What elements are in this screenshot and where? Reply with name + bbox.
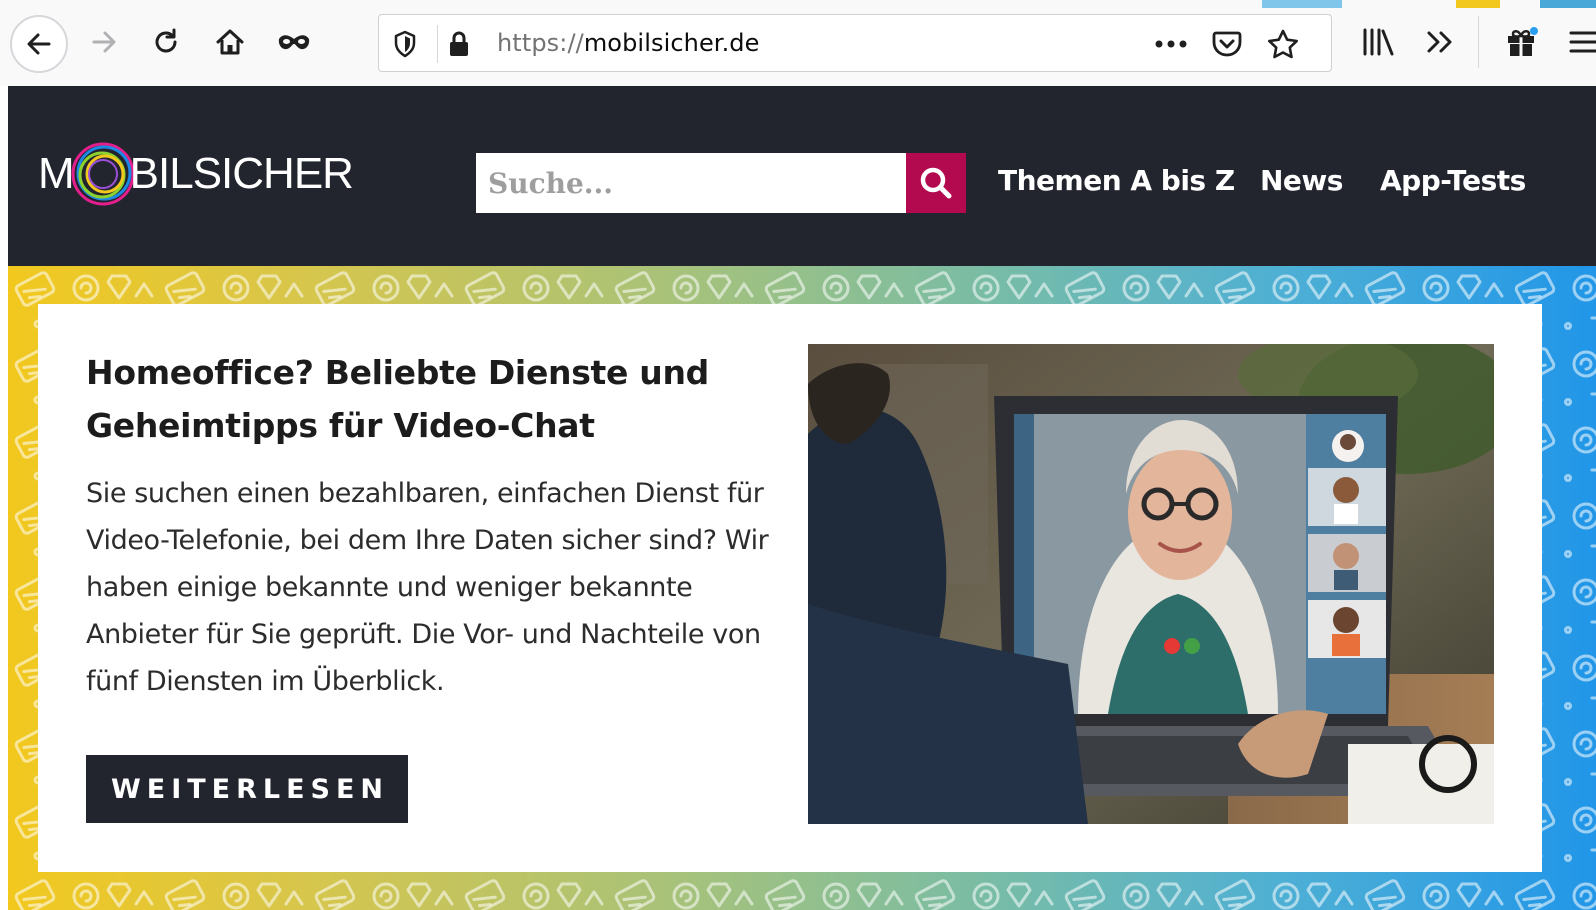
- search-button[interactable]: [906, 153, 966, 213]
- toolbar-decoration: [1456, 0, 1500, 8]
- private-browsing-button[interactable]: [270, 18, 318, 66]
- pocket-icon: [1212, 31, 1242, 57]
- url-bar[interactable]: https://mobilsicher.de: [378, 14, 1332, 72]
- search-form: [476, 153, 966, 213]
- pocket-button[interactable]: [1207, 24, 1247, 64]
- read-more-button[interactable]: WEITERLESEN: [86, 755, 408, 823]
- reload-icon: [155, 28, 177, 53]
- home-icon: [216, 29, 244, 55]
- video-call-photo: [808, 344, 1494, 824]
- back-button[interactable]: [10, 15, 68, 73]
- search-icon: [920, 167, 952, 199]
- double-chevron-icon: [1427, 31, 1452, 53]
- mask-icon: [278, 35, 310, 50]
- article-teaser: Sie suchen einen bezahlbaren, einfachen …: [86, 478, 769, 697]
- hero-section: Homeoffice? Beliebte Dienste und Geheimt…: [8, 266, 1596, 910]
- site-logo[interactable]: M BILSICHER: [38, 138, 354, 210]
- toolbar-separator: [1478, 16, 1479, 68]
- forward-button[interactable]: [80, 18, 128, 66]
- back-arrow-icon: [27, 33, 51, 55]
- hamburger-icon: [1569, 31, 1596, 53]
- nav-item-themen[interactable]: Themen A bis Z: [998, 164, 1235, 197]
- site-header: M BILSICHER Themen A bis Z News App-Test…: [8, 86, 1596, 266]
- featured-article-card: Homeoffice? Beliebte Dienste und Geheimt…: [38, 304, 1542, 872]
- library-button[interactable]: [1354, 18, 1402, 66]
- url-scheme: https://: [497, 29, 584, 57]
- article-image[interactable]: [808, 344, 1494, 824]
- page-actions-button[interactable]: [1151, 24, 1191, 64]
- nav-item-app-tests[interactable]: App-Tests: [1380, 164, 1526, 197]
- shield-icon: [394, 30, 416, 58]
- url-separator: [437, 25, 438, 63]
- browser-toolbar: https://mobilsicher.de: [0, 0, 1596, 86]
- site-info-button[interactable]: [439, 24, 479, 64]
- bookmark-star-button[interactable]: [1263, 24, 1303, 64]
- more-dots-icon: [1155, 40, 1187, 48]
- url-text[interactable]: https://mobilsicher.de: [497, 29, 760, 57]
- tracking-protection-button[interactable]: [385, 24, 425, 64]
- home-button[interactable]: [206, 18, 254, 66]
- logo-text-suffix: BILSICHER: [129, 149, 354, 198]
- extension-button[interactable]: [1498, 18, 1546, 66]
- forward-arrow-icon: [92, 31, 116, 53]
- toolbar-decoration: [1262, 0, 1342, 8]
- article-title[interactable]: Homeoffice? Beliebte Dienste und Geheimt…: [86, 346, 766, 452]
- reload-button[interactable]: [142, 18, 190, 66]
- logo-rings-icon: [71, 142, 135, 206]
- nav-item-news[interactable]: News: [1260, 164, 1343, 197]
- gift-icon: [1508, 27, 1538, 56]
- star-icon: [1268, 29, 1298, 59]
- toolbar-decoration: [1540, 0, 1596, 8]
- lock-icon: [450, 31, 468, 56]
- overflow-menu-button[interactable]: [1416, 18, 1464, 66]
- open-menu-button[interactable]: [1560, 18, 1596, 66]
- search-input[interactable]: [476, 153, 906, 213]
- library-icon: [1363, 28, 1394, 56]
- url-host: mobilsicher.de: [583, 29, 760, 57]
